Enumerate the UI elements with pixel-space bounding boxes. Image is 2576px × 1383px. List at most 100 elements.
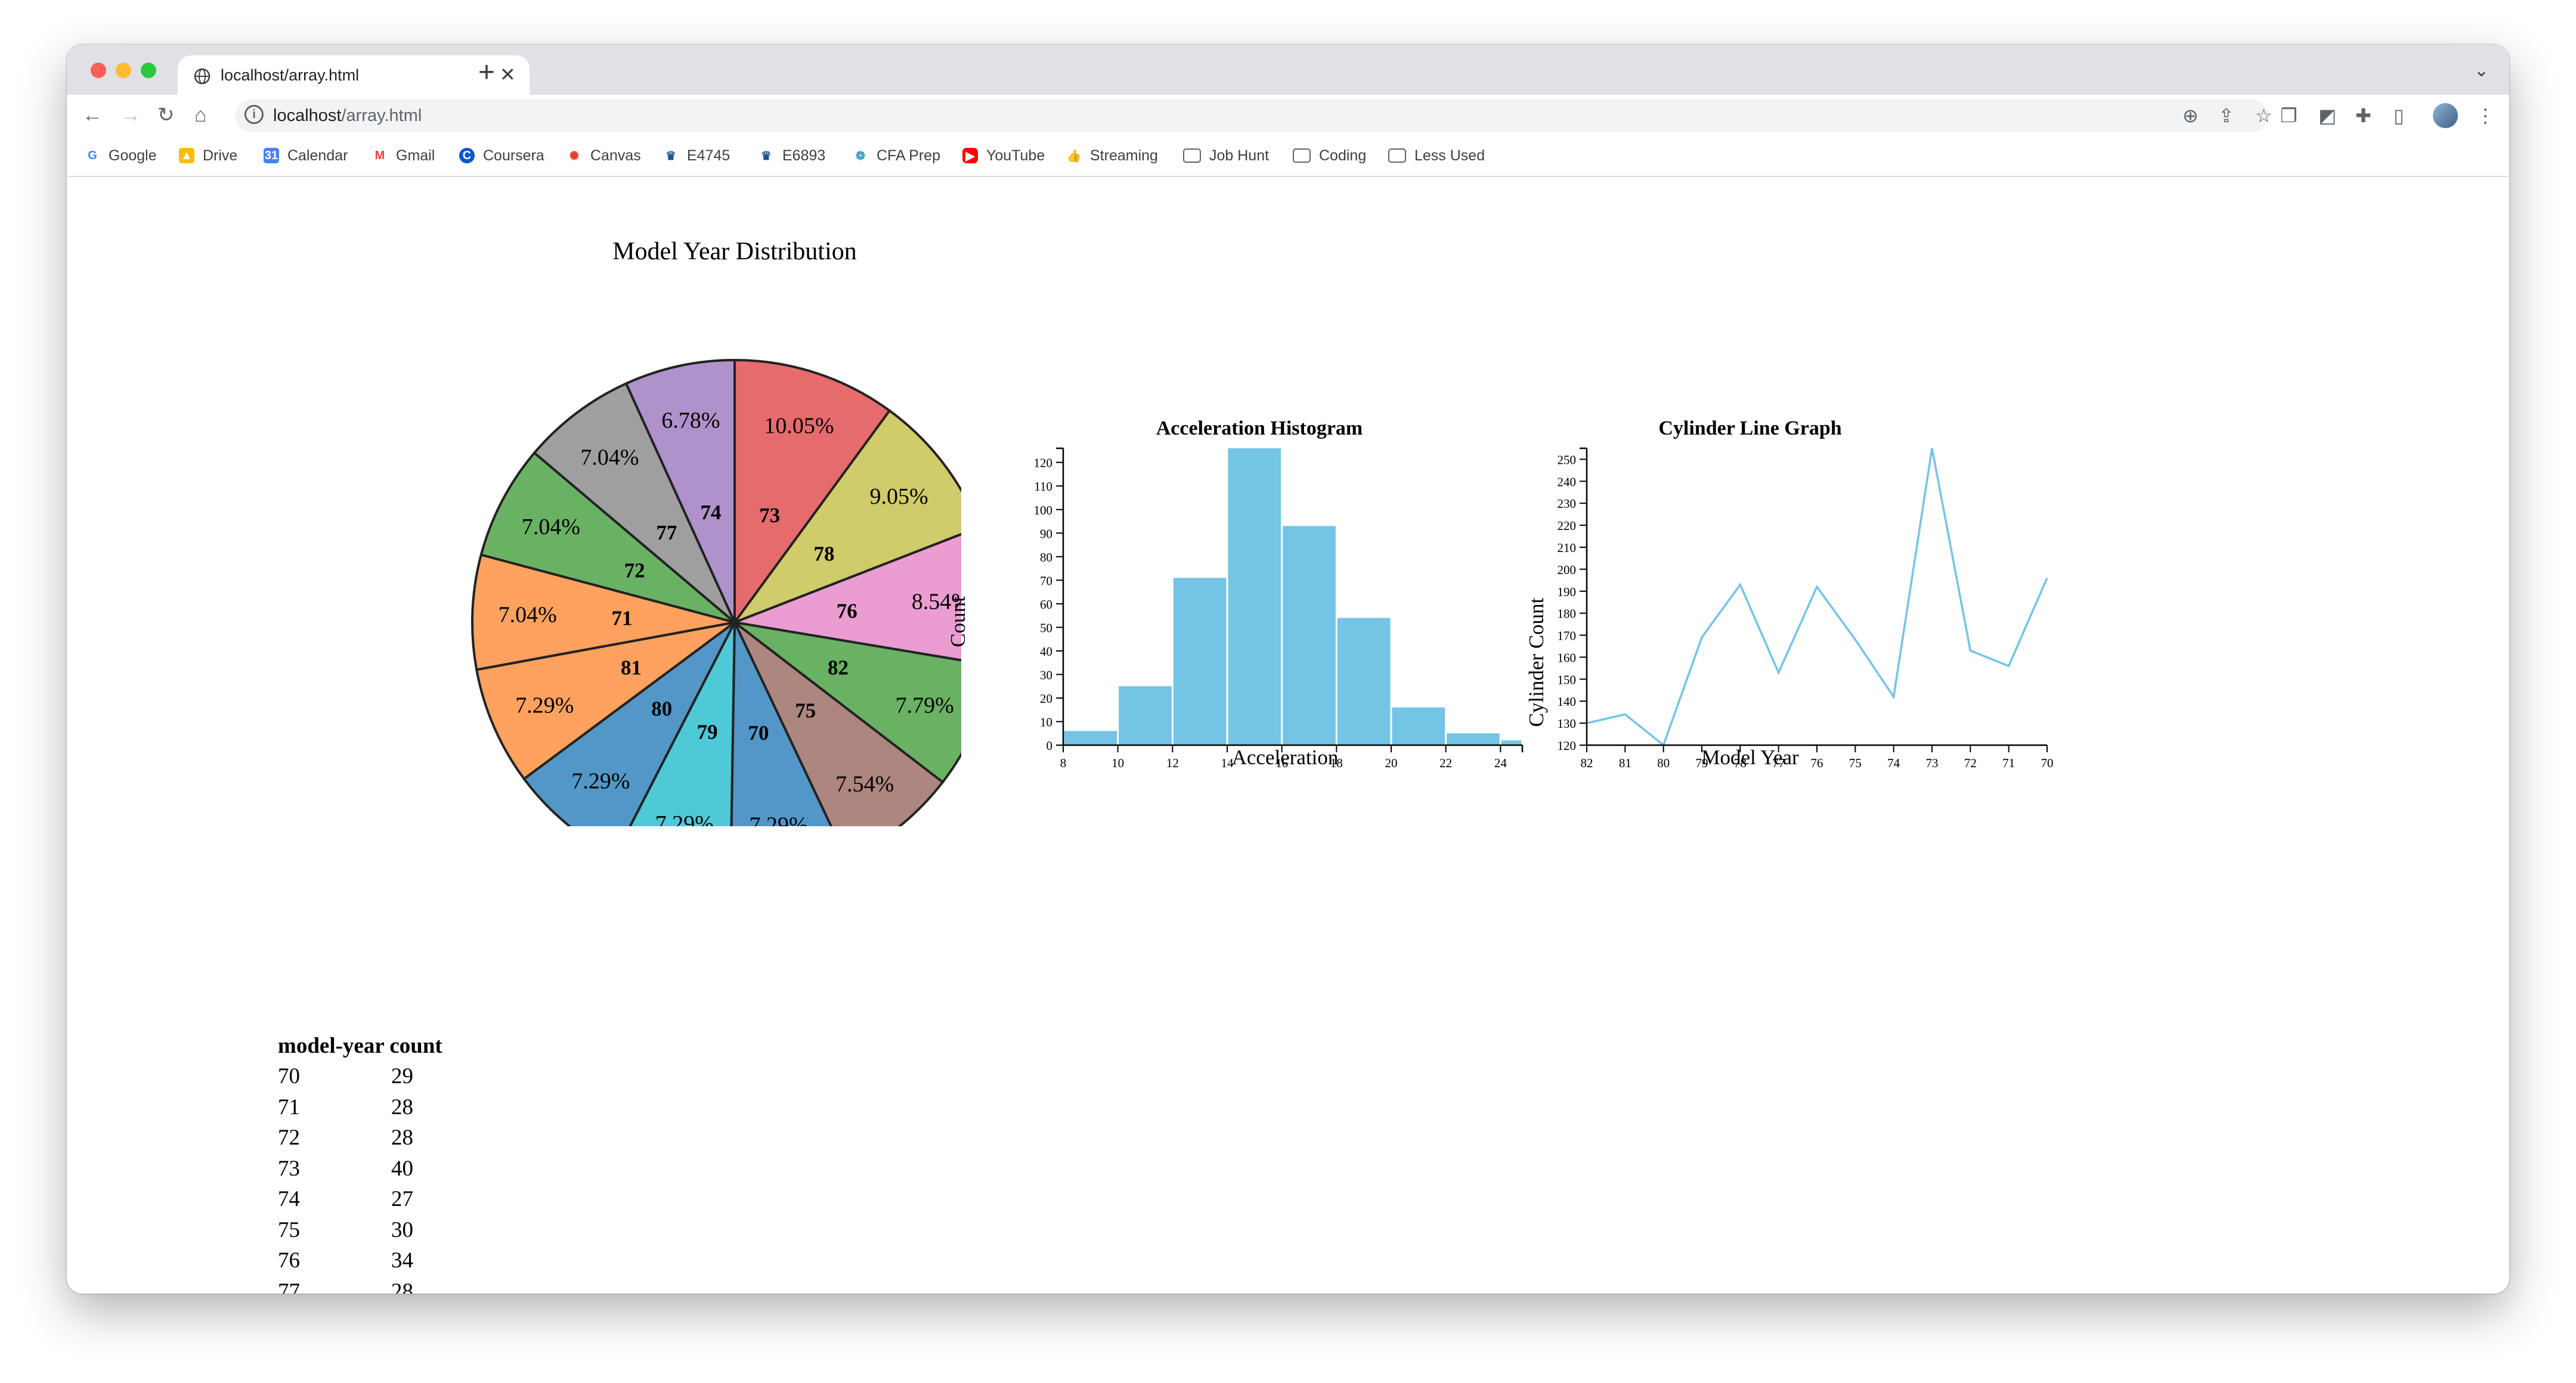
- model-year-cell: 70: [278, 1064, 300, 1089]
- line-x-tick-label: 72: [1964, 756, 1977, 770]
- forward-icon[interactable]: →: [120, 103, 141, 127]
- extension-icon[interactable]: ◩: [2318, 104, 2336, 127]
- histogram-title: Acceleration Histogram: [1156, 417, 1363, 439]
- bookmark-canvas[interactable]: ✺ Canvas: [566, 144, 641, 168]
- maximize-window-button[interactable]: [141, 63, 156, 78]
- bookmark-label: Gmail: [396, 147, 435, 164]
- bookmark-less-used[interactable]: Less Used: [1388, 144, 1485, 168]
- bookmark-label: CFA Prep: [877, 147, 940, 164]
- pie-percent-label: 7.04%: [522, 514, 580, 539]
- line-y-tick-label: 130: [1558, 717, 1577, 731]
- histogram-y-tick-label: 0: [1046, 739, 1053, 753]
- line-y-tick-label: 120: [1558, 739, 1577, 753]
- line-y-tick-label: 210: [1558, 541, 1577, 555]
- bookmark-job-hunt[interactable]: Job Hunt: [1183, 144, 1269, 168]
- pie-percent-label: 10.05%: [764, 414, 834, 439]
- pie-percent-label: 7.04%: [499, 602, 557, 627]
- side-panel-icon[interactable]: ▯: [2394, 104, 2404, 127]
- bookmark-e6893[interactable]: ♛ E6893: [758, 144, 825, 168]
- tab-active[interactable]: localhost/array.html ✕: [178, 55, 530, 95]
- histogram-y-tick-label: 30: [1040, 668, 1052, 682]
- pie-year-label: 73: [759, 504, 780, 527]
- line-x-tick-label: 74: [1887, 756, 1900, 770]
- bookmark-cfa-prep[interactable]: ❁ CFA Prep: [853, 144, 940, 168]
- home-icon[interactable]: ⌂: [194, 103, 207, 127]
- bookmarks-bar: G Google ▲ Drive 31 Calendar M Gmail C Course…: [67, 137, 2509, 177]
- page-content: Model Year Distribution 10.05% 73 9.05% 78 8…: [67, 176, 2509, 1294]
- share-icon[interactable]: ⇪: [2218, 104, 2234, 127]
- reload-icon[interactable]: ↻: [157, 103, 175, 127]
- url-path: /array.html: [341, 106, 422, 125]
- address-bar[interactable]: i localhost/array.html ⊕ ⇪ ☆: [235, 100, 2272, 132]
- site-info-icon[interactable]: i: [244, 105, 264, 124]
- line-x-tick-label: 82: [1581, 756, 1593, 770]
- bookmark-drive[interactable]: ▲ Drive: [179, 144, 237, 168]
- table-row: 71 28: [278, 1092, 446, 1123]
- pie-year-label: 77: [656, 521, 677, 544]
- bookmark-gmail[interactable]: M Gmail: [372, 144, 435, 168]
- bookmark-e4745[interactable]: ♛ E4745: [663, 144, 730, 168]
- table-row: 73 40: [278, 1153, 446, 1184]
- line-y-tick-label: 150: [1558, 672, 1577, 687]
- profile-avatar[interactable]: [2433, 103, 2458, 128]
- pie-percent-label: 7.29%: [655, 811, 714, 826]
- browser-window: localhost/array.html ✕ + ⌄ ← → ↻ ⌂ i loc…: [67, 45, 2509, 1294]
- tab-strip: localhost/array.html ✕ + ⌄: [67, 45, 2509, 95]
- table-row: 75 30: [278, 1215, 446, 1246]
- pie-percent-label: 6.78%: [661, 408, 720, 433]
- bookmark-coding[interactable]: Coding: [1293, 144, 1366, 168]
- bookmark-calendar[interactable]: 31 Calendar: [264, 144, 348, 168]
- drive-icon: ▲: [179, 148, 194, 163]
- histogram-x-tick-label: 8: [1060, 756, 1067, 770]
- thumbs-up-icon: 👍: [1066, 148, 1082, 163]
- bookmark-label: E6893: [782, 147, 826, 164]
- bookmark-star-icon[interactable]: ☆: [2255, 104, 2272, 127]
- close-tab-icon[interactable]: ✕: [500, 64, 516, 85]
- bookmark-streaming[interactable]: 👍 Streaming: [1066, 144, 1158, 168]
- bookmark-youtube[interactable]: ▶ YouTube: [962, 144, 1045, 168]
- puzzle-icon[interactable]: ✚: [2355, 104, 2371, 127]
- cfa-icon: ❁: [853, 148, 868, 163]
- model-year-cell: 71: [278, 1094, 300, 1120]
- more-menu-icon[interactable]: ⋮: [2476, 104, 2495, 127]
- histogram-y-tick-label: 70: [1040, 573, 1052, 588]
- pie-title: Model Year Distribution: [612, 238, 857, 265]
- pie-year-label: 70: [748, 721, 769, 745]
- line-y-tick-label: 140: [1558, 694, 1577, 709]
- pie-year-label: 75: [795, 699, 816, 722]
- pie-percent-label: 7.29%: [571, 768, 630, 793]
- model-year-cell: 74: [278, 1187, 300, 1212]
- table-row: 74 27: [278, 1184, 446, 1215]
- line-x-tick-label: 71: [2002, 756, 2015, 770]
- model-year-cell: 72: [278, 1125, 300, 1151]
- line-y-tick-label: 190: [1558, 585, 1577, 599]
- bookmark-coursera[interactable]: C Coursera: [459, 144, 544, 168]
- histogram-y-tick-label: 10: [1040, 715, 1052, 729]
- pie-year-label: 79: [697, 721, 718, 744]
- line-y-tick-label: 220: [1558, 519, 1577, 533]
- toolbar: ← → ↻ ⌂ i localhost/array.html ⊕ ⇪ ☆ ❐ ◩…: [67, 95, 2509, 137]
- tab-search-icon[interactable]: ⌄: [2474, 60, 2489, 81]
- line-y-tick-label: 240: [1558, 475, 1577, 489]
- line-y-tick-label: 170: [1558, 629, 1577, 643]
- line-y-tick-label: 200: [1558, 563, 1577, 577]
- pie-year-label: 76: [837, 600, 857, 623]
- zoom-icon[interactable]: ⊕: [2182, 104, 2199, 127]
- histogram-y-tick-label: 60: [1040, 597, 1052, 612]
- count-cell: 27: [391, 1187, 413, 1212]
- histogram-y-tick-label: 120: [1034, 456, 1053, 470]
- back-icon[interactable]: ←: [82, 103, 103, 127]
- model-year-cell: 73: [278, 1156, 300, 1181]
- minimize-window-button[interactable]: [116, 63, 131, 78]
- line-title: Cylinder Line Graph: [1658, 417, 1841, 439]
- histogram-ylabel: Count: [946, 596, 970, 647]
- histogram-bar: [1392, 707, 1445, 745]
- close-window-button[interactable]: [91, 63, 106, 78]
- line-x-tick-label: 70: [2041, 756, 2054, 770]
- new-tab-button[interactable]: +: [478, 58, 495, 88]
- count-cell: 28: [391, 1125, 413, 1151]
- bookmark-google[interactable]: G Google: [85, 144, 157, 168]
- model-year-cell: 77: [278, 1279, 300, 1294]
- line-chart: Cylinder Line Graph 120 130 140 150 160 170 18…: [1525, 417, 2054, 770]
- tab-groups-icon[interactable]: ❐: [2280, 104, 2298, 127]
